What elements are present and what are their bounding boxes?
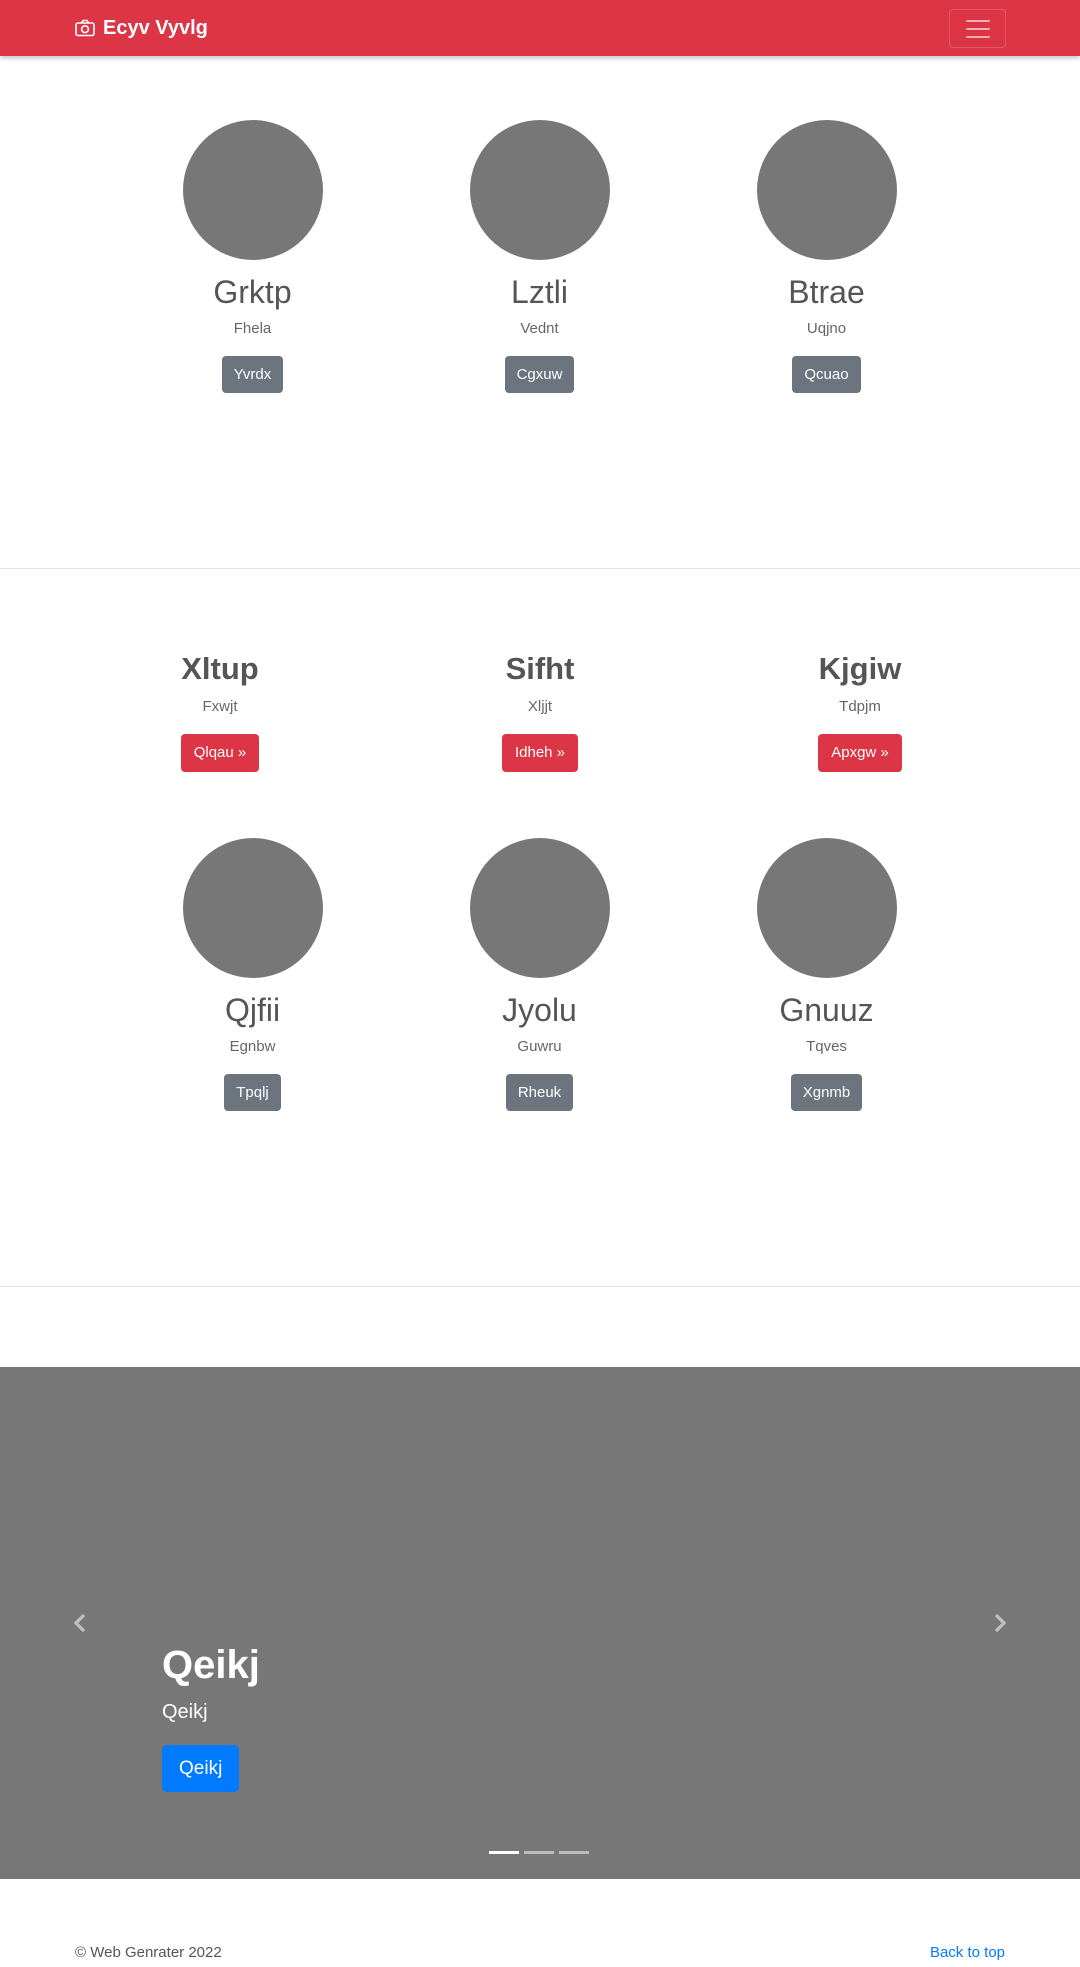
profile-card: Jyolu Guwru Rheuk — [396, 838, 683, 1111]
brand-link[interactable]: Ecyv Vyvlg — [75, 15, 208, 41]
carousel-next-button[interactable] — [986, 1610, 1012, 1636]
card-subtitle: Guwru — [517, 1038, 562, 1055]
carousel-prev-button[interactable] — [68, 1610, 94, 1636]
hamburger-icon-line — [965, 35, 990, 38]
feature-title: Sifht — [505, 651, 575, 686]
card-subtitle: Vednt — [520, 320, 559, 337]
card-button[interactable]: Rheuk — [505, 1074, 574, 1111]
card-name: Gnuuz — [779, 992, 874, 1028]
carousel-indicator[interactable] — [524, 1851, 554, 1854]
card-button[interactable]: Qcuao — [792, 356, 861, 393]
card-name: Lztli — [511, 274, 568, 310]
feature-subtitle: Tdpjm — [839, 698, 881, 715]
chevron-right-icon — [994, 1613, 1007, 1633]
carousel: Qeikj Qeikj Qeikj — [0, 1367, 1080, 1879]
carousel-caption: Qeikj Qeikj Qeikj — [162, 1641, 260, 1792]
navbar: Ecyv Vyvlg — [0, 0, 1080, 56]
carousel-title: Qeikj — [162, 1643, 260, 1687]
feature-button[interactable]: Apxgw » — [818, 734, 902, 772]
card-subtitle: Uqjno — [806, 320, 847, 337]
hamburger-icon-line — [965, 27, 990, 30]
card-name: Jyolu — [502, 992, 577, 1028]
card-name: Qjfii — [224, 992, 281, 1028]
feature-subtitle: Xljjt — [527, 698, 553, 715]
feature-column: Kjgiw Tdpjm Apxgw » — [735, 650, 985, 772]
footer-copyright: © Web Genrater 2022 — [75, 1944, 222, 1961]
feature-title: Kjgiw — [818, 651, 902, 686]
avatar — [469, 838, 610, 978]
carousel-indicator[interactable] — [559, 1851, 589, 1854]
carousel-indicator[interactable] — [489, 1851, 519, 1854]
camera-icon — [75, 19, 95, 37]
card-name: Btrae — [788, 274, 865, 310]
avatar — [756, 838, 897, 978]
card-subtitle: Tqves — [806, 1038, 847, 1055]
avatar — [182, 120, 323, 260]
profile-card: Btrae Uqjno Qcuao — [683, 120, 970, 393]
menu-toggle-button[interactable] — [949, 9, 1006, 48]
back-to-top-link[interactable]: Back to top — [930, 1944, 1005, 1961]
card-subtitle: Egnbw — [229, 1038, 276, 1055]
section-divider — [0, 1286, 1080, 1287]
feature-title: Xltup — [181, 651, 259, 686]
feature-column: Xltup Fxwjt Qlqau » — [95, 650, 345, 772]
profile-card: Gnuuz Tqves Xgnmb — [683, 838, 970, 1111]
hamburger-icon-line — [965, 19, 990, 22]
profile-card: Qjfii Egnbw Tpqlj — [109, 838, 396, 1111]
carousel-indicators — [489, 1851, 589, 1854]
section-divider — [0, 568, 1080, 569]
carousel-button[interactable]: Qeikj — [162, 1745, 240, 1792]
profile-card: Lztli Vednt Cgxuw — [396, 120, 683, 393]
card-button[interactable]: Cgxuw — [504, 356, 575, 393]
avatar — [469, 120, 610, 260]
card-button[interactable]: Xgnmb — [790, 1074, 863, 1111]
card-button[interactable]: Tpqlj — [224, 1074, 281, 1111]
card-name: Grktp — [213, 274, 292, 310]
feature-subtitle: Fxwjt — [202, 698, 238, 715]
feature-button[interactable]: Idheh » — [501, 734, 579, 772]
profile-card: Grktp Fhela Yvrdx — [109, 120, 396, 393]
feature-button[interactable]: Qlqau » — [180, 734, 260, 772]
carousel-text: Qeikj — [162, 1701, 208, 1723]
chevron-left-icon — [73, 1613, 86, 1633]
card-subtitle: Fhela — [233, 320, 272, 337]
avatar — [756, 120, 897, 260]
brand-name: Ecyv Vyvlg — [103, 16, 208, 39]
card-button[interactable]: Yvrdx — [221, 356, 284, 393]
feature-column: Sifht Xljjt Idheh » — [415, 650, 665, 772]
avatar — [182, 838, 323, 978]
